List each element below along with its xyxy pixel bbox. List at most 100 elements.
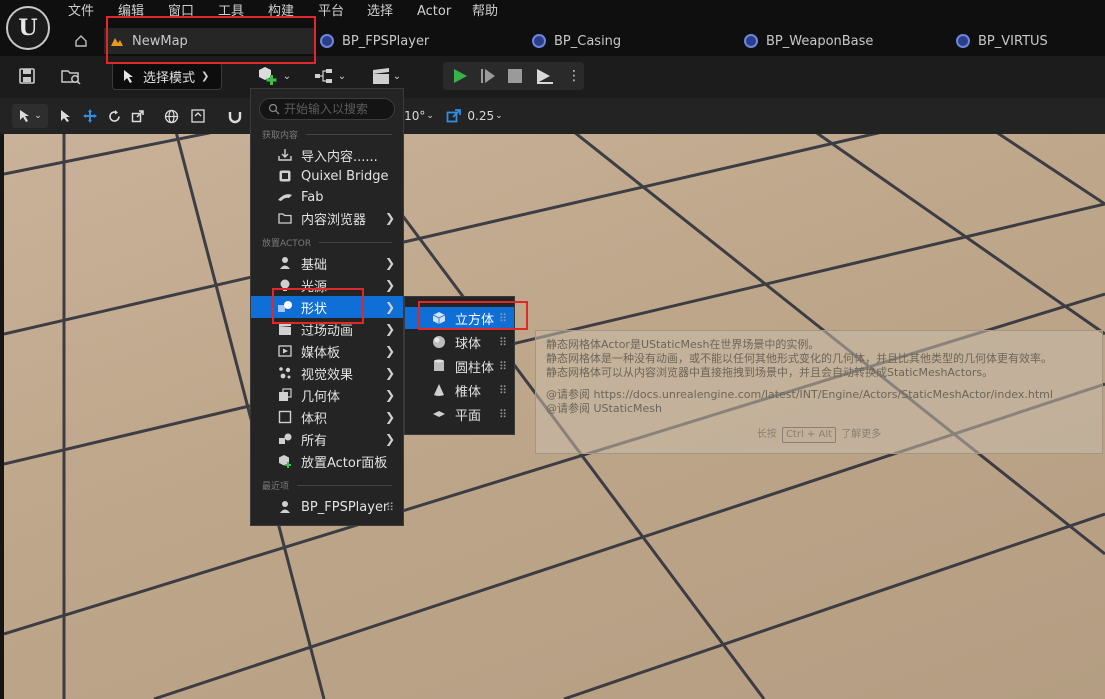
menu-search[interactable] bbox=[259, 98, 395, 120]
tooltip-line: 静态网格体是一种没有动画，或不能以任何其他形式变化的几何体，并且比其他类型的几何… bbox=[546, 352, 1052, 365]
menu-item-content-browser[interactable]: 内容浏览器 ❯ bbox=[251, 207, 403, 229]
surface-snap-icon bbox=[191, 109, 205, 123]
all-icon bbox=[277, 431, 293, 447]
eject-icon[interactable] bbox=[535, 67, 555, 85]
menu-item-place-actors-panel[interactable]: 放置Actor面板 bbox=[251, 450, 403, 472]
newmap-highlight-box bbox=[106, 16, 316, 64]
add-content-button[interactable]: ⌄ bbox=[254, 62, 294, 90]
scale-snap-dropdown[interactable]: 0.25 ⌄ bbox=[467, 104, 502, 128]
chevron-right-icon: ❯ bbox=[384, 256, 395, 270]
menu-item-volumes[interactable]: 体积 ❯ bbox=[251, 406, 403, 428]
scale-snap-value: 0.25 bbox=[467, 109, 495, 123]
menu-item-label: 体积 bbox=[301, 411, 328, 427]
tooltip-doc-link: @请参阅 https://docs.unrealengine.com/lates… bbox=[546, 388, 1053, 401]
transform-mode-dropdown[interactable]: ⌄ bbox=[12, 104, 48, 128]
menu-item-label: 几何体 bbox=[301, 389, 341, 405]
volume-icon bbox=[277, 409, 293, 425]
tab-label: BP_Casing bbox=[554, 33, 622, 49]
chevron-right-icon: ❯ bbox=[384, 300, 395, 314]
scale-snap-icon bbox=[446, 109, 461, 123]
folder-search-icon bbox=[61, 70, 81, 85]
menu-item-label: 视觉效果 bbox=[301, 367, 354, 383]
section-place-actor: 放置ACTOR bbox=[262, 236, 392, 249]
menu-item-recent-bp-fpsplayer[interactable]: BP_FPSPlayer ⠿ bbox=[251, 496, 403, 518]
menu-item-import[interactable]: 导入内容...... bbox=[251, 144, 403, 166]
scale-tool-button[interactable] bbox=[128, 104, 148, 128]
bridge-icon bbox=[277, 168, 293, 184]
world-local-toggle[interactable] bbox=[160, 104, 182, 128]
cinematics-button[interactable]: ⌄ bbox=[366, 62, 406, 90]
translate-tool-button[interactable] bbox=[80, 104, 100, 128]
chevron-right-icon: ❯ bbox=[384, 388, 395, 402]
menu-select[interactable]: 选择 bbox=[367, 2, 393, 22]
search-input[interactable] bbox=[284, 102, 384, 116]
pointer-icon bbox=[61, 110, 70, 122]
play-controls: ⋮ bbox=[443, 62, 584, 90]
save-button[interactable] bbox=[14, 62, 40, 90]
rotation-snap-dropdown[interactable]: 10° ⌄ bbox=[404, 104, 434, 128]
tab-bp-weaponbase[interactable]: BP_WeaponBase bbox=[744, 28, 873, 54]
stop-icon[interactable] bbox=[507, 68, 523, 84]
blueprint-graph-icon bbox=[314, 69, 332, 83]
unreal-logo[interactable]: U bbox=[6, 6, 50, 50]
chevron-right-icon: ❯ bbox=[384, 410, 395, 424]
grid-snap-button[interactable] bbox=[220, 104, 250, 128]
menu-file[interactable]: 文件 bbox=[68, 2, 94, 22]
static-mesh-tooltip: 静态网格体Actor是UStaticMesh在世界场景中的实例。 静态网格体是一… bbox=[535, 330, 1103, 454]
tab-bp-casing[interactable]: BP_Casing bbox=[532, 28, 621, 54]
play-icon[interactable] bbox=[451, 67, 469, 85]
surface-snap-button[interactable] bbox=[188, 104, 208, 128]
browse-level-button[interactable] bbox=[56, 62, 86, 90]
menu-help[interactable]: 帮助 bbox=[472, 2, 498, 22]
submenu-item-label: 平面 bbox=[455, 408, 482, 424]
globe-icon bbox=[164, 109, 178, 123]
chevron-right-icon: ❯ bbox=[384, 432, 395, 446]
menu-item-all[interactable]: 所有 ❯ bbox=[251, 428, 403, 450]
submenu-item-cone[interactable]: 椎体 ⠿ bbox=[405, 379, 514, 401]
menu-item-label: BP_FPSPlayer bbox=[301, 499, 389, 515]
menu-item-label: 内容浏览器 bbox=[301, 212, 367, 228]
selection-mode-dropdown[interactable]: 选择模式 ❯ bbox=[112, 62, 222, 90]
tooltip-see-also: @请参阅 UStaticMesh bbox=[546, 402, 662, 415]
menu-item-quixel-bridge[interactable]: Quixel Bridge bbox=[251, 165, 403, 187]
step-icon[interactable] bbox=[479, 67, 497, 85]
section-recent: 最近项 bbox=[262, 479, 392, 492]
submenu-item-sphere[interactable]: 球体 ⠿ bbox=[405, 331, 514, 353]
tab-bp-virtus[interactable]: BP_VIRTUS bbox=[956, 28, 1048, 54]
menu-platform[interactable]: 平台 bbox=[318, 2, 344, 22]
home-button[interactable] bbox=[68, 30, 94, 52]
scale-snap-toggle[interactable] bbox=[444, 104, 464, 128]
scale-icon bbox=[131, 110, 144, 123]
drag-grip-icon[interactable]: ⠿ bbox=[499, 408, 507, 421]
chevron-right-icon: ❯ bbox=[384, 322, 395, 336]
drag-grip-icon[interactable]: ⠿ bbox=[499, 336, 507, 349]
drag-grip-icon[interactable]: ⠿ bbox=[386, 501, 394, 514]
select-tool-button[interactable] bbox=[58, 104, 74, 128]
menu-item-fab[interactable]: Fab bbox=[251, 186, 403, 208]
drag-grip-icon[interactable]: ⠿ bbox=[499, 360, 507, 373]
menu-item-geometry[interactable]: 几何体 ❯ bbox=[251, 384, 403, 406]
submenu-item-plane[interactable]: 平面 ⠿ bbox=[405, 403, 514, 425]
menu-item-visual-effects[interactable]: 视觉效果 ❯ bbox=[251, 362, 403, 384]
search-icon bbox=[268, 103, 280, 115]
menu-item-media-plate[interactable]: 媒体板 ❯ bbox=[251, 340, 403, 362]
tab-bp-fpsplayer[interactable]: BP_FPSPlayer bbox=[320, 28, 429, 54]
submenu-item-label: 椎体 bbox=[455, 384, 482, 400]
vfx-icon bbox=[277, 365, 293, 381]
menu-item-basic[interactable]: 基础 ❯ bbox=[251, 252, 403, 274]
hint-prefix: 长按 bbox=[756, 429, 777, 440]
blueprint-button[interactable]: ⌄ bbox=[310, 62, 350, 90]
drag-grip-icon[interactable]: ⠿ bbox=[499, 384, 507, 397]
rotate-tool-button[interactable] bbox=[104, 104, 124, 128]
chevron-down-icon: ❯ bbox=[201, 70, 210, 82]
submenu-item-cylinder[interactable]: 圆柱体 ⠿ bbox=[405, 355, 514, 377]
menu-actor[interactable]: Actor bbox=[417, 2, 451, 22]
tab-label: BP_FPSPlayer bbox=[342, 33, 430, 49]
fab-icon bbox=[277, 189, 293, 205]
cube-highlight-box bbox=[418, 301, 528, 330]
chevron-down-icon: ⌄ bbox=[426, 111, 434, 121]
geometry-icon bbox=[277, 387, 293, 403]
move-icon bbox=[83, 109, 97, 123]
rotate-icon bbox=[108, 109, 120, 122]
more-options-icon[interactable]: ⋮ bbox=[567, 69, 581, 83]
